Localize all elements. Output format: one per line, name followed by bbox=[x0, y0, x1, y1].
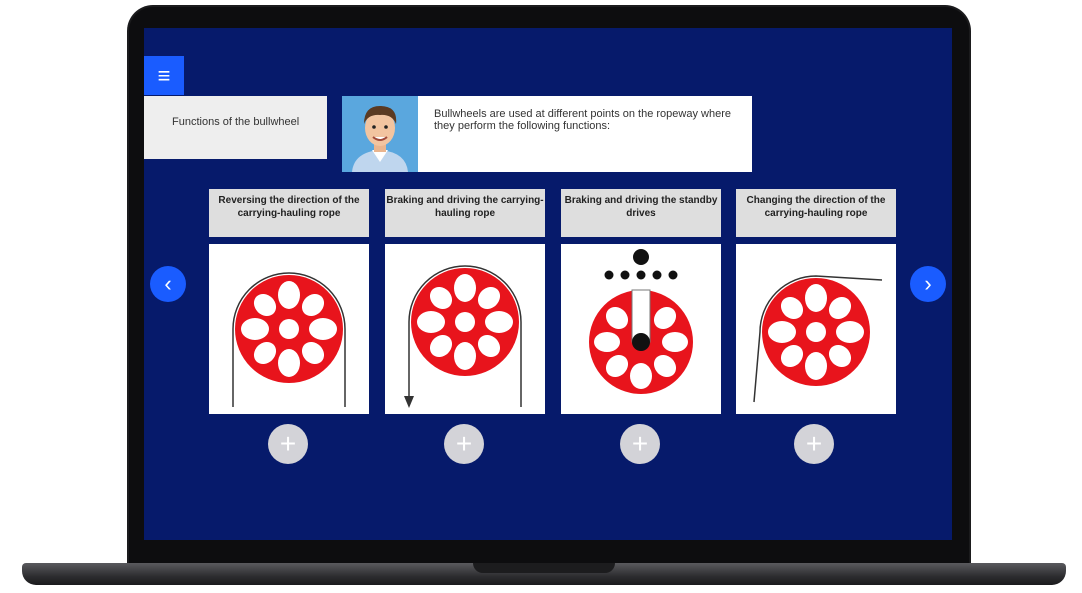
app-screen: ≡ Functions of the bullwheel Bullwheels … bbox=[144, 28, 952, 540]
laptop-notch bbox=[473, 563, 615, 573]
presenter-avatar bbox=[342, 96, 418, 172]
card-title-standby-drives: Braking and driving the standby drives bbox=[561, 189, 721, 237]
plus-icon: + bbox=[279, 428, 297, 459]
intro-panel: Bullwheels are used at different points … bbox=[342, 96, 752, 172]
plus-icon: + bbox=[631, 428, 649, 459]
expand-button-changing-direction[interactable]: + bbox=[794, 424, 834, 464]
chevron-right-icon: › bbox=[924, 271, 932, 296]
chevron-left-icon: ‹ bbox=[164, 271, 172, 296]
next-button[interactable]: › bbox=[910, 266, 946, 302]
hamburger-menu-icon: ≡ bbox=[157, 62, 171, 88]
previous-button[interactable]: ‹ bbox=[150, 266, 186, 302]
card-image-braking-carrying bbox=[385, 244, 545, 414]
expand-button-reversing[interactable]: + bbox=[268, 424, 308, 464]
plus-icon: + bbox=[805, 428, 823, 459]
card-title-braking-carrying: Braking and driving the carrying-hauling… bbox=[385, 189, 545, 237]
menu-button[interactable]: ≡ bbox=[144, 56, 184, 95]
intro-text: Bullwheels are used at different points … bbox=[434, 108, 731, 132]
card-title-changing-direction: Changing the direction of the carrying-h… bbox=[736, 189, 896, 237]
card-title-reversing: Reversing the direction of the carrying-… bbox=[209, 189, 369, 237]
card-image-reversing bbox=[209, 244, 369, 414]
expand-button-braking-carrying[interactable]: + bbox=[444, 424, 484, 464]
topic-title: Functions of the bullwheel bbox=[144, 96, 327, 159]
expand-button-standby-drives[interactable]: + bbox=[620, 424, 660, 464]
plus-icon: + bbox=[455, 428, 473, 459]
card-image-changing-direction bbox=[736, 244, 896, 414]
card-image-standby-drives bbox=[561, 244, 721, 414]
